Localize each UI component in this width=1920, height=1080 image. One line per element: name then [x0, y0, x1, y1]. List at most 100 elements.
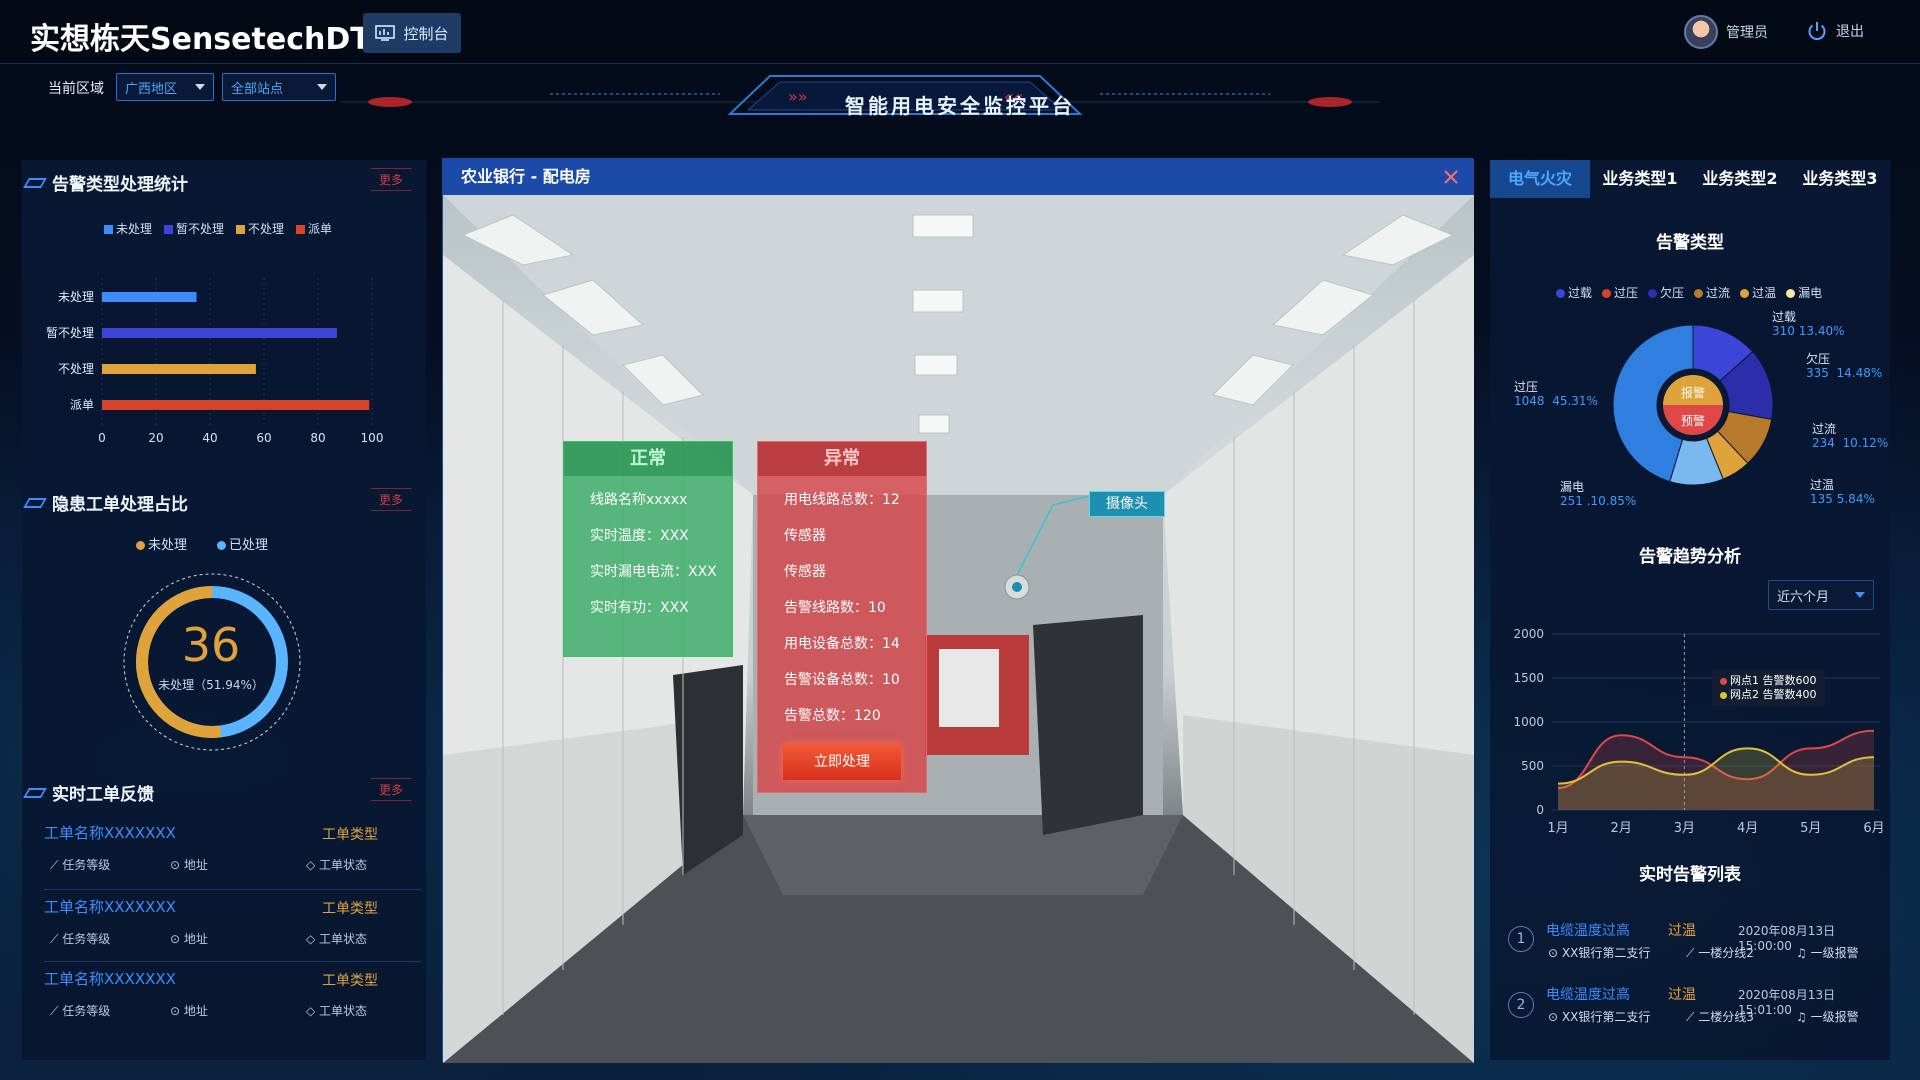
task-level: ⟋ 任务等级 — [50, 858, 111, 872]
work-order-name: 工单名称XXXXXXX — [44, 970, 176, 988]
feedback-title: 实时工单反馈 — [23, 780, 154, 805]
trend-tooltip: 网点1 告警数600 网点2 告警数400 — [1712, 670, 1825, 706]
region-select-value: 广西地区 — [125, 81, 178, 97]
legend-swatch — [1694, 289, 1704, 298]
y-tick-label: 0 — [1536, 803, 1544, 817]
hazard-more-link[interactable]: 更多 — [370, 488, 413, 511]
work-order-name: 工单名称XXXXXXX — [44, 824, 176, 842]
alarm-level: ♫ 一级报警 — [1796, 946, 1859, 960]
bar — [102, 364, 256, 374]
hazard-legend: 未处理 已处理 — [136, 534, 268, 553]
category-label: 未处理 — [58, 290, 94, 304]
list-item[interactable]: 工单名称XXXXXXX 工单类型 ⟋ 任务等级 ⊙ 地址 ◇ 工单状态 — [44, 822, 422, 890]
pie-center-top-label: 报警 — [1681, 385, 1705, 400]
list-item[interactable]: 工单名称XXXXXXX 工单类型 ⟋ 任务等级 ⊙ 地址 ◇ 工单状态 — [44, 968, 422, 1034]
trend-title: 告警趋势分析 — [1639, 547, 1741, 567]
alarm-type-legend: 过载 过压 欠压 过流 过温 漏电 — [1556, 284, 1822, 301]
user-menu[interactable]: 管理员 — [1684, 15, 1768, 49]
room-modal: 农业银行 - 配电房 正常 线路名称xxxxx 实时温度：XXX 实时漏电电流：… — [442, 158, 1474, 1063]
work-order-status: ◇ 工单状态 — [306, 932, 368, 946]
pie-label-name: 过压 — [1514, 380, 1539, 394]
alarm-level: ♫ 一级报警 — [1796, 1010, 1859, 1024]
platform-title: 智能用电安全监控平台 — [845, 94, 1075, 118]
x-tick-label: 60 — [256, 431, 271, 445]
camera-tag[interactable]: 摄像头 — [1089, 491, 1165, 517]
alarm-line: ⟋ 二楼分线3 — [1686, 1010, 1754, 1024]
alarm-stats-title: 告警类型处理统计 — [23, 170, 188, 195]
alarm-type: 过温 — [1668, 987, 1696, 1003]
legend-item: 过载 — [1556, 284, 1592, 301]
y-tick-label: 1000 — [1513, 715, 1544, 729]
x-tick-label: 20 — [148, 431, 163, 445]
pie-label-name: 过流 — [1812, 422, 1837, 436]
list-item[interactable]: 工单名称XXXXXXX 工单类型 ⟋ 任务等级 ⊙ 地址 ◇ 工单状态 — [44, 896, 422, 962]
legend-item: 未处理 — [136, 534, 187, 553]
section-icon — [23, 177, 47, 188]
legend-swatch — [296, 225, 306, 234]
legend-swatch — [164, 225, 174, 234]
x-tick-label: 0 — [98, 431, 106, 445]
pie-label-name: 过载 — [1772, 310, 1797, 324]
pie-label-value: 335 14.48% — [1806, 366, 1883, 380]
tab-electrical-fire[interactable]: 电气火灾 — [1490, 160, 1590, 198]
section-icon — [23, 497, 47, 508]
modal-title: 农业银行 - 配电房 — [461, 167, 591, 186]
alarm-bank: ⊙ XX银行第二支行 — [1548, 946, 1651, 960]
legend-item: 未处理 — [104, 220, 152, 237]
svg-text:»»: »» — [788, 87, 808, 106]
console-button[interactable]: 控制台 — [363, 13, 461, 53]
address: ⊙ 地址 — [170, 1004, 208, 1018]
legend-swatch — [1602, 289, 1612, 298]
trend-range-value: 近六个月 — [1777, 589, 1830, 605]
legend-swatch — [236, 225, 246, 234]
y-tick-label: 1500 — [1513, 671, 1544, 685]
station-select[interactable]: 全部站点 — [222, 73, 336, 101]
work-order-type: 工单类型 — [322, 973, 378, 989]
abnormal-row: 告警线路数：10 — [784, 600, 886, 616]
modal-header: 农业银行 - 配电房 — [443, 159, 1474, 195]
task-level: ⟋ 任务等级 — [50, 1004, 111, 1018]
legend-item: 派单 — [296, 220, 332, 237]
table-row[interactable]: 1 电缆温度过高 过温 2020年08月13日15:00:00 ⊙ XX银行第二… — [1500, 914, 1884, 974]
tooltip-row: 网点1 告警数600 — [1720, 674, 1817, 688]
work-order-name: 工单名称XXXXXXX — [44, 898, 176, 916]
pie-label-name: 过温 — [1810, 478, 1835, 492]
tab-business-3[interactable]: 业务类型3 — [1790, 160, 1890, 198]
trend-range-select[interactable]: 近六个月 — [1768, 580, 1874, 610]
legend-item: 暂不处理 — [164, 220, 224, 237]
legend-swatch — [104, 225, 113, 234]
x-tick-label: 100 — [361, 431, 384, 445]
power-icon — [1808, 22, 1826, 40]
alarm-stats-bar-chart: 0 20 40 60 80 100 未处理暂不处理不处理派单 — [46, 278, 384, 445]
hazard-count: 36 — [181, 618, 241, 672]
x-tick-label: 80 — [310, 431, 325, 445]
logout-button[interactable]: 退出 — [1806, 20, 1864, 42]
region-select[interactable]: 广西地区 — [116, 73, 214, 101]
normal-status-card: 正常 线路名称xxxxx 实时温度：XXX 实时漏电电流：XXX 实时有功：XX… — [563, 441, 733, 657]
legend-item: 过压 — [1602, 284, 1638, 301]
close-icon[interactable] — [1443, 169, 1459, 185]
handle-now-button[interactable]: 立即处理 — [783, 744, 901, 780]
feedback-more-link[interactable]: 更多 — [370, 778, 413, 801]
chevron-down-icon — [1855, 592, 1865, 598]
address: ⊙ 地址 — [170, 932, 208, 946]
legend-swatch — [1740, 289, 1750, 298]
normal-row: 实时漏电电流：XXX — [590, 564, 717, 580]
tab-business-1[interactable]: 业务类型1 — [1590, 160, 1690, 198]
app-logo: 实想栋天SensetechDT — [30, 22, 371, 57]
work-order-type: 工单类型 — [322, 827, 378, 843]
table-row[interactable]: 2 电缆温度过高 过温 2020年08月13日15:01:00 ⊙ XX银行第二… — [1500, 980, 1884, 1040]
abnormal-row: 传感器 — [784, 528, 826, 544]
chevron-down-icon — [317, 84, 327, 90]
work-order-type: 工单类型 — [322, 901, 378, 917]
alarm-stats-more-link[interactable]: 更多 — [370, 168, 413, 191]
abnormal-row: 传感器 — [784, 564, 826, 580]
section-icon — [23, 787, 47, 798]
row-index: 1 — [1508, 926, 1534, 952]
pie-label-value: 234 10.12% — [1812, 436, 1889, 450]
legend-item: 已处理 — [217, 534, 268, 553]
tab-business-2[interactable]: 业务类型2 — [1690, 160, 1790, 198]
work-order-status: ◇ 工单状态 — [306, 1004, 368, 1018]
pie-center-bottom-label: 预警 — [1681, 413, 1705, 428]
avatar — [1684, 15, 1718, 49]
